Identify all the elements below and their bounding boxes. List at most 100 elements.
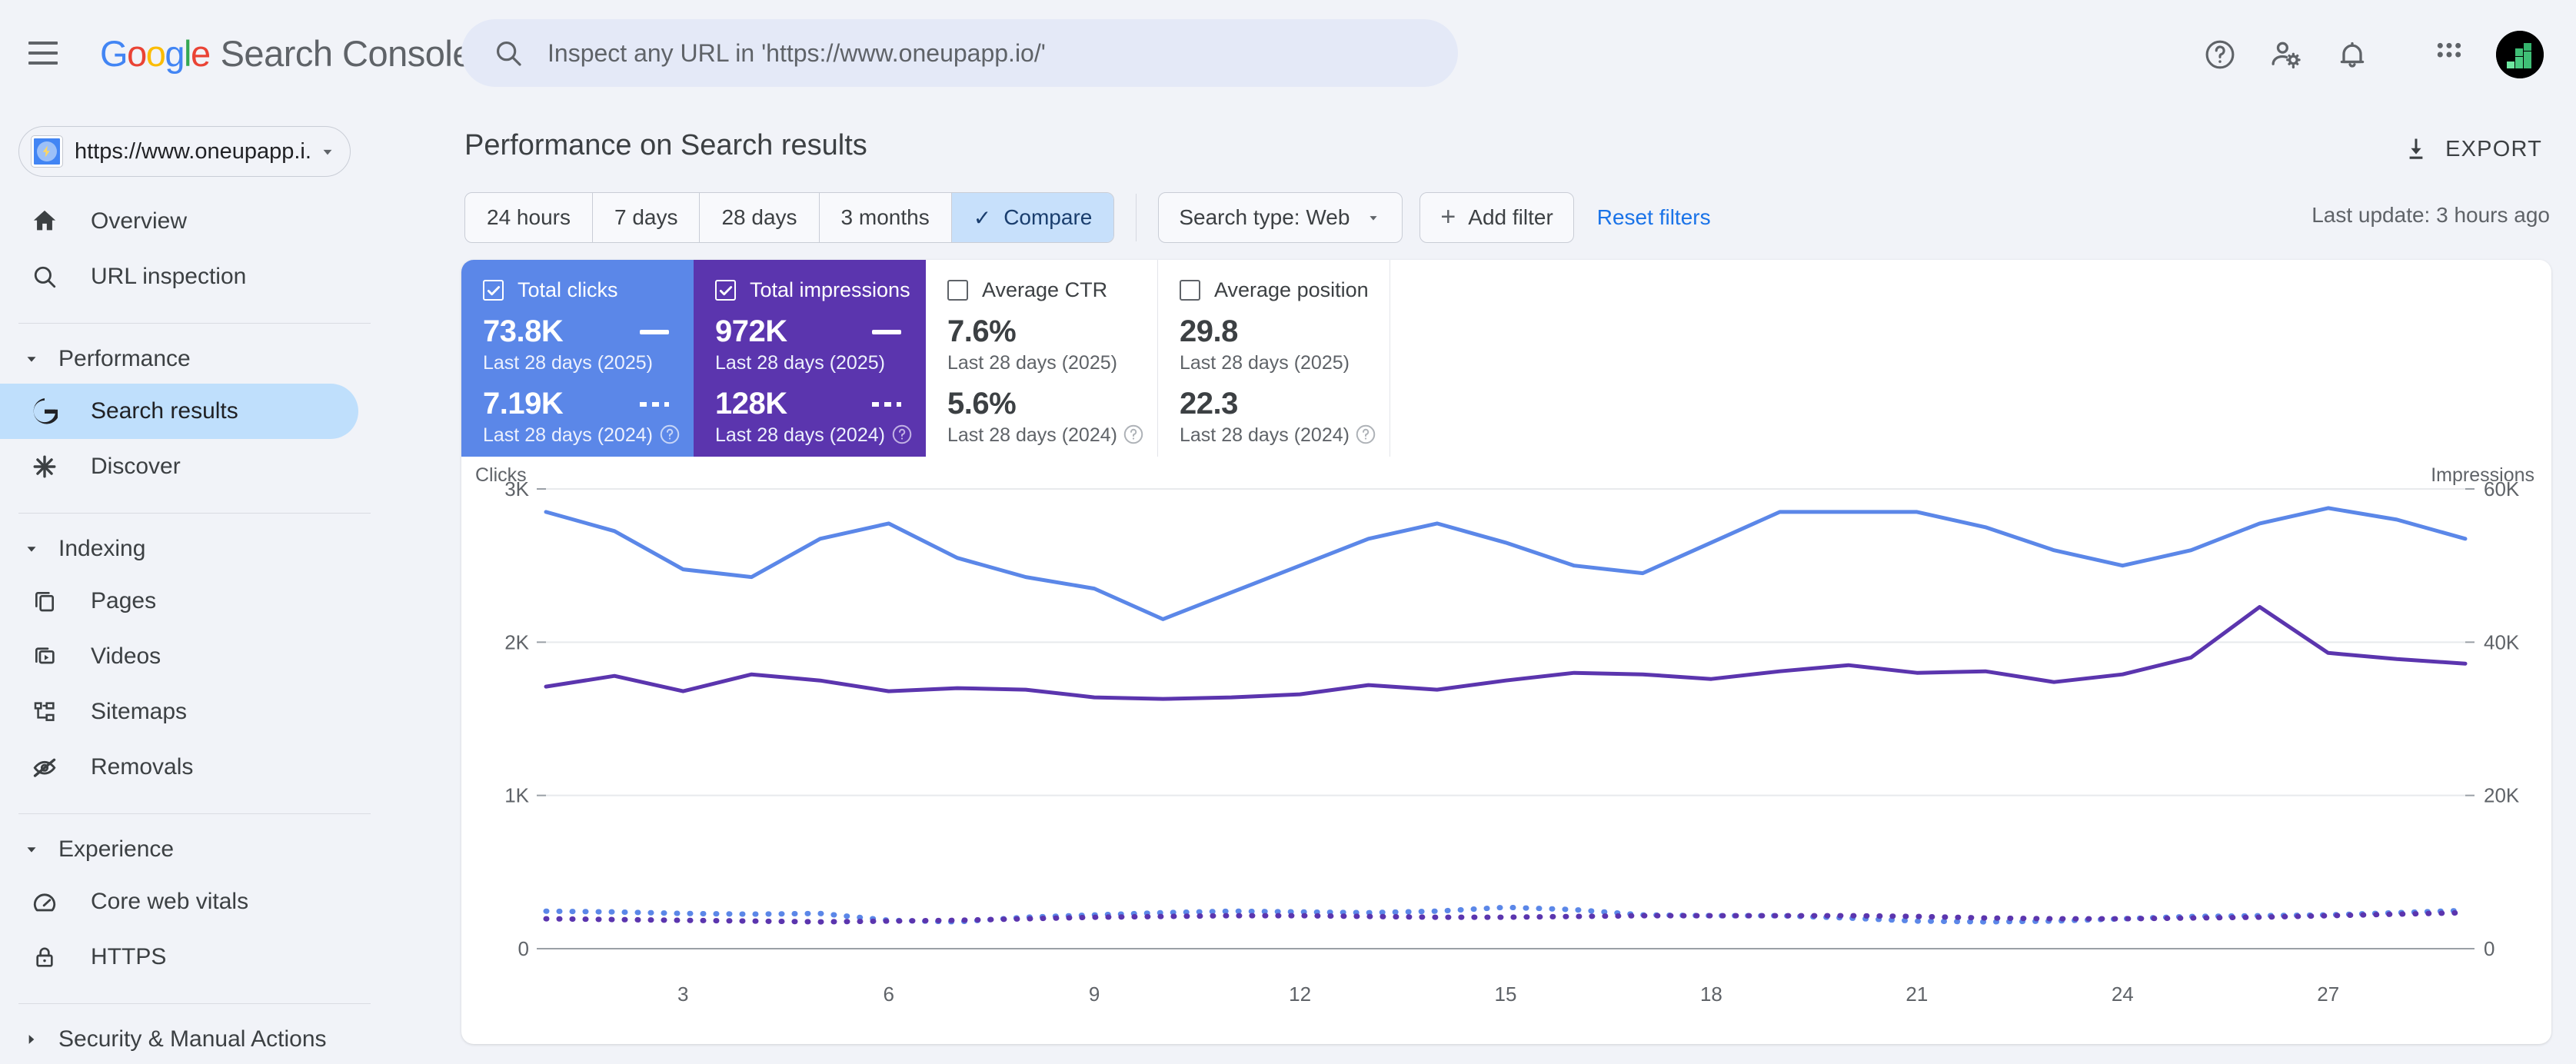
metric-checkbox[interactable]: [1180, 280, 1200, 301]
legend-solid-line-icon: [640, 329, 669, 334]
sidebar-item-videos[interactable]: Videos: [0, 629, 358, 684]
sidebar-item-url-inspection[interactable]: URL inspection: [0, 249, 358, 304]
export-label: EXPORT: [2445, 136, 2542, 161]
sidebar-item-search-results[interactable]: Search results: [0, 384, 358, 439]
date-range-7-days[interactable]: 7 days: [593, 193, 701, 242]
metric-checkbox[interactable]: [483, 280, 504, 301]
left-axis-tick-label: 2K: [504, 630, 529, 653]
sidebar-item-label: Overview: [91, 208, 188, 234]
metric-compare-row: 7.19K: [483, 387, 674, 421]
x-axis-tick-label: 27: [2317, 983, 2339, 1006]
header-icon-group: [2187, 22, 2548, 88]
reset-filters-link[interactable]: Reset filters: [1597, 205, 1711, 230]
pages-icon: [26, 589, 63, 613]
plus-icon: +: [1440, 202, 1456, 232]
check-icon: [719, 285, 732, 295]
metric-compare-label: Last 28 days (2024): [483, 424, 653, 446]
sidebar-divider: [18, 813, 371, 814]
sidebar-item-discover[interactable]: Discover: [0, 439, 358, 494]
main-content: Performance on Search results EXPORT 24 …: [451, 106, 2576, 1059]
check-icon: ✓: [973, 205, 992, 230]
logo-letter: e: [190, 32, 211, 74]
sidebar-item-core-web-vitals[interactable]: Core web vitals: [0, 874, 358, 929]
page-title: Performance on Search results: [464, 129, 867, 161]
metric-compare-row: 128K: [715, 387, 906, 421]
home-icon: [26, 208, 63, 234]
sidebar-section-performance[interactable]: Performance: [0, 334, 451, 384]
right-axis-tick-label: 40K: [2484, 630, 2520, 653]
metric-cards: Total clicks 73.8K Last 28 days (2025) 7…: [461, 260, 2551, 457]
help-icon[interactable]: [2187, 22, 2253, 88]
add-filter-button[interactable]: + Add filter: [1419, 192, 1574, 243]
avatar[interactable]: [2496, 31, 2544, 78]
help-icon[interactable]: [658, 423, 681, 446]
account-settings-icon[interactable]: [2253, 22, 2319, 88]
logo-letter: o: [145, 32, 166, 74]
search-type-filter[interactable]: Search type: Web: [1158, 192, 1403, 243]
export-button[interactable]: EXPORT: [2395, 128, 2550, 171]
sidebar-item-https[interactable]: HTTPS: [0, 929, 358, 985]
add-filter-label: Add filter: [1468, 205, 1553, 229]
sidebar-section-label: Security & Manual Actions: [58, 1026, 327, 1052]
hamburger-menu-icon[interactable]: [25, 35, 62, 71]
sidebar-item-overview[interactable]: Overview: [0, 194, 358, 249]
metric-checkbox[interactable]: [947, 280, 968, 301]
top-app-bar: Google Search Console: [0, 0, 2576, 106]
url-inspection-search-bar[interactable]: [461, 19, 1458, 87]
search-icon: [26, 264, 63, 290]
search-input[interactable]: [547, 38, 1393, 68]
sidebar-section-security-manual-actions[interactable]: Security & Manual Actions: [0, 1015, 451, 1064]
sidebar-item-label: Videos: [91, 643, 161, 669]
triangle-right-icon: [22, 1032, 42, 1047]
x-axis-tick-label: 15: [1495, 983, 1517, 1006]
left-axis-tick-label: 3K: [504, 477, 529, 500]
metric-card-total-clicks[interactable]: Total clicks 73.8K Last 28 days (2025) 7…: [461, 260, 694, 457]
help-icon[interactable]: [890, 423, 914, 446]
x-axis-tick-label: 9: [1089, 983, 1100, 1006]
metric-card-average-ctr[interactable]: Average CTR 7.6% Last 28 days (2025) 5.6…: [926, 260, 1158, 457]
help-icon[interactable]: [1354, 423, 1377, 446]
legend-dashed-line-icon: [872, 401, 901, 407]
sidebar-section-indexing[interactable]: Indexing: [0, 524, 451, 574]
sidebar-item-label: Removals: [91, 754, 194, 780]
metric-checkbox[interactable]: [715, 280, 736, 301]
date-range-3-months[interactable]: 3 months: [820, 193, 952, 242]
compare-toggle[interactable]: ✓ Compare: [951, 193, 1114, 242]
metric-name: Average position: [1214, 278, 1369, 301]
metric-current-label: Last 28 days (2025): [1180, 352, 1350, 374]
metric-current-label: Last 28 days (2025): [715, 352, 885, 374]
metric-card-total-impressions[interactable]: Total impressions 972K Last 28 days (202…: [694, 260, 926, 457]
metric-name: Total clicks: [518, 278, 618, 301]
filter-toolbar: 24 hours 7 days 28 days 3 months ✓ Compa…: [464, 192, 1711, 243]
sidebar-item-label: HTTPS: [91, 944, 167, 969]
x-axis-tick-label: 24: [2112, 983, 2134, 1006]
metric-header: Total impressions: [715, 278, 910, 302]
left-axis-tick-label: 0: [518, 937, 529, 960]
chart-series-line: [544, 605, 2468, 701]
logo-letter: l: [183, 32, 191, 74]
x-axis-tick-label: 12: [1289, 983, 1311, 1006]
sidebar-item-sitemaps[interactable]: Sitemaps: [0, 684, 358, 740]
help-icon[interactable]: [1122, 423, 1145, 446]
date-range-segmented-control: 24 hours 7 days 28 days 3 months ✓ Compa…: [464, 192, 1115, 243]
metric-header: Average position: [1180, 278, 1370, 302]
sidebar-item-label: Core web vitals: [91, 889, 249, 914]
legend-solid-line-icon: [872, 329, 901, 334]
metric-card-average-position[interactable]: Average position 29.8 Last 28 days (2025…: [1158, 260, 1390, 457]
check-icon: [487, 285, 500, 295]
sidebar-section-experience[interactable]: Experience: [0, 825, 451, 874]
triangle-down-icon: [22, 540, 42, 557]
lock-icon: [26, 945, 63, 969]
property-selector[interactable]: https://www.oneupapp.i...: [18, 126, 351, 177]
metric-current-value: 29.8: [1180, 314, 1238, 348]
sidebar-item-pages[interactable]: Pages: [0, 574, 358, 629]
logo-letter: g: [165, 32, 185, 74]
notifications-icon[interactable]: [2319, 22, 2385, 88]
apps-grid-icon[interactable]: [2416, 22, 2482, 88]
chevron-down-icon: [1370, 216, 1377, 221]
date-range-24-hours[interactable]: 24 hours: [465, 193, 593, 242]
segbtn-label: 24 hours: [487, 205, 571, 229]
date-range-28-days[interactable]: 28 days: [700, 193, 820, 242]
sidebar-section-label: Performance: [58, 346, 191, 371]
sidebar-item-removals[interactable]: Removals: [0, 740, 358, 795]
